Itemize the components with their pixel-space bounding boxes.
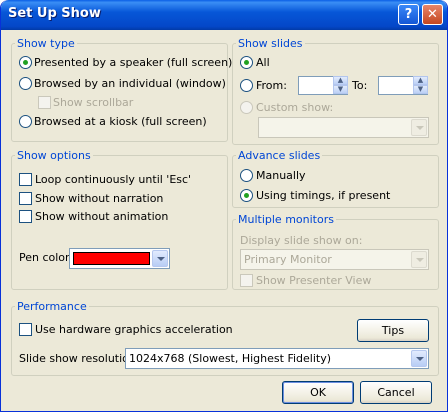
from-spinner[interactable]: ▲ ▼ [333,76,348,95]
show-without-animation-checkbox[interactable] [19,210,32,223]
chevron-down-icon [411,251,427,268]
using-timings-label: Using timings, if present [256,189,391,202]
help-button[interactable]: ? [398,4,419,25]
using-timings-radio[interactable] [240,189,253,202]
custom-show-select[interactable] [258,117,429,138]
display-monitor-value: Primary Monitor [244,253,332,266]
pen-color-picker[interactable] [69,248,170,269]
to-label: To: [352,79,368,92]
slide-show-resolution-value: 1024x768 (Slowest, Highest Fidelity) [129,352,332,365]
slide-show-resolution-select[interactable]: 1024x768 (Slowest, Highest Fidelity) [125,348,429,369]
slide-show-resolution-label: Slide show resolution: [19,352,140,365]
all-slides-radio[interactable] [240,56,253,69]
show-options-legend: Show options [17,149,91,162]
custom-show-radio[interactable] [240,101,253,114]
show-type-legend: Show type [17,37,75,50]
loop-continuously-checkbox[interactable] [19,173,32,186]
browsed-at-kiosk-radio[interactable] [19,115,32,128]
from-label: From: [256,79,287,92]
show-presenter-view-label: Show Presenter View [256,274,372,287]
show-without-animation-label: Show without animation [35,210,169,223]
pen-color-swatch [73,252,150,265]
browsed-by-individual-label: Browsed by an individual (window) [34,77,226,90]
show-scrollbar-label: Show scrollbar [53,96,134,109]
manually-label: Manually [256,169,306,182]
show-scrollbar-checkbox[interactable] [38,96,51,109]
set-up-show-dialog: Set Up Show ? ✕ Show type Presented by a… [0,0,448,412]
close-button[interactable]: ✕ [422,4,443,25]
pen-color-label: Pen color: [19,251,74,264]
all-slides-label: All [256,56,270,69]
performance-legend: Performance [17,300,87,313]
browsed-at-kiosk-label: Browsed at a kiosk (full screen) [34,115,207,128]
manually-radio[interactable] [240,169,253,182]
multiple-monitors-legend: Multiple monitors [238,213,334,226]
advance-slides-legend: Advance slides [238,149,321,162]
custom-show-label: Custom show: [256,101,334,114]
cancel-button[interactable]: Cancel [360,381,432,404]
browsed-by-individual-radio[interactable] [19,77,32,90]
ok-button[interactable]: OK [282,381,354,404]
show-without-narration-label: Show without narration [35,192,164,205]
to-spinner[interactable]: ▲ ▼ [413,76,428,95]
tips-button[interactable]: Tips [357,319,429,342]
presented-by-speaker-radio[interactable] [19,56,32,69]
hardware-acceleration-checkbox[interactable] [19,323,32,336]
hardware-acceleration-label: Use hardware graphics acceleration [35,323,233,336]
presented-by-speaker-label: Presented by a speaker (full screen) [34,56,233,69]
from-slides-radio[interactable] [240,79,253,92]
show-presenter-view-checkbox[interactable] [240,274,253,287]
title-bar: Set Up Show ? ✕ [1,0,447,30]
dialog-title: Set Up Show [8,6,101,21]
display-slide-show-on-label: Display slide show on: [240,234,363,247]
show-slides-legend: Show slides [238,37,303,50]
chevron-down-icon [152,250,168,267]
show-without-narration-checkbox[interactable] [19,192,32,205]
display-monitor-select[interactable]: Primary Monitor [240,249,429,270]
chevron-down-icon [411,119,427,136]
chevron-down-icon [411,350,427,367]
loop-continuously-label: Loop continuously until 'Esc' [35,173,192,186]
